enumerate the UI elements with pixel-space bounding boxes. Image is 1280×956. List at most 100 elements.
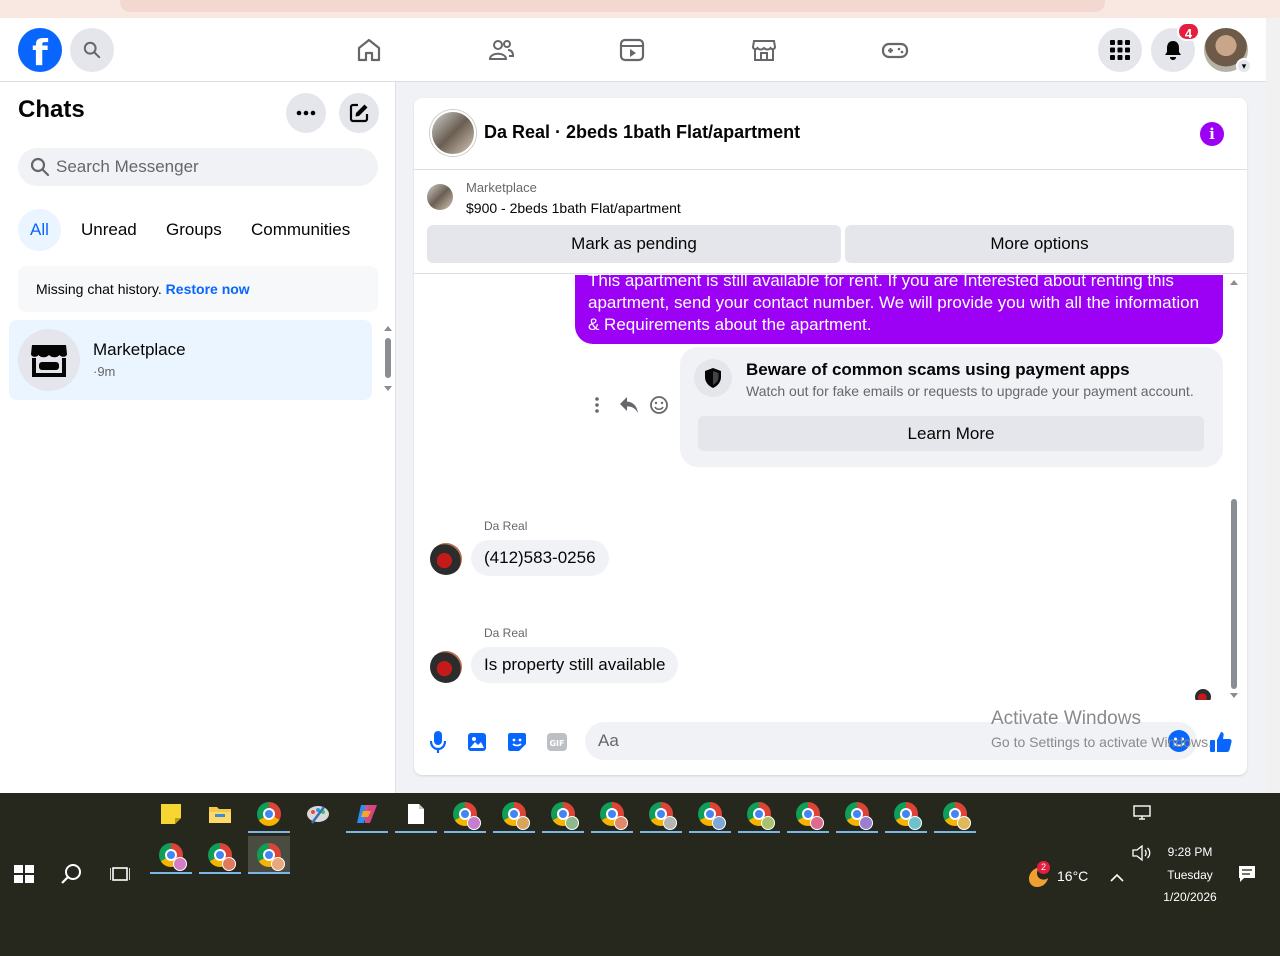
store-icon [751,40,777,61]
scroll-thumb[interactable] [1231,499,1237,689]
start-button[interactable] [14,865,34,888]
menu-button[interactable] [1098,28,1142,72]
listing-price[interactable]: $900 - 2beds 1bath Flat/apartment [466,200,681,216]
marketplace-avatar [18,329,80,391]
chrome-icon [257,802,281,826]
facebook-logo[interactable]: f [18,28,62,72]
activate-windows-watermark: Activate Windows Go to Settings to activ… [991,708,1212,750]
facebook-header: f 4 ▾ [0,18,1266,82]
taskbar-copilot[interactable] [346,795,388,833]
friends-icon [488,40,515,60]
store-icon [31,345,67,377]
sender-avatar[interactable] [430,651,462,683]
sender-avatar[interactable] [430,543,462,575]
filter-all[interactable]: All [18,209,61,251]
network-status[interactable] [1133,805,1151,826]
missing-history-text: Missing chat history. [36,281,166,297]
taskbar-chrome-profile[interactable] [493,795,535,833]
taskbar-chrome-profile[interactable] [836,795,878,833]
grid-menu-icon [1110,40,1130,60]
new-message-button[interactable] [339,93,379,133]
taskbar-chrome-profile[interactable] [444,795,486,833]
taskbar-chrome[interactable] [248,795,290,833]
taskbar-chrome-profile[interactable] [199,836,241,874]
image-icon [468,733,486,751]
taskbar-chrome-profile[interactable] [150,836,192,874]
conversation-header: Da Real · 2beds 1bath Flat/apartment i [414,98,1247,170]
search-messenger [18,148,378,186]
conversation-title[interactable]: Da Real · 2beds 1bath Flat/apartment [484,122,800,143]
messages-scrollbar[interactable] [1228,275,1240,700]
chat-list-item[interactable]: Marketplace ·9m [9,320,372,400]
gif-button[interactable]: GIF [544,729,570,755]
filter-groups[interactable]: Groups [154,209,234,251]
taskbar-chrome-active[interactable] [248,836,290,874]
action-center-button[interactable] [1238,865,1256,888]
mark-as-pending-button[interactable]: Mark as pending [427,225,841,263]
temperature[interactable]: 16°C [1057,868,1088,884]
chrome-icon [943,802,971,830]
taskbar-chrome-profile[interactable] [591,795,633,833]
taskbar-notepad[interactable] [395,795,437,833]
chat-options-button[interactable] [286,93,326,133]
address-bar[interactable] [120,0,1105,12]
taskbar-chrome-profile[interactable] [885,795,927,833]
nav-marketplace[interactable] [749,35,779,65]
learn-more-button[interactable]: Learn More [698,416,1204,451]
nav-gaming[interactable] [880,35,910,65]
attach-photo-button[interactable] [464,729,490,755]
chrome-icon [894,802,922,830]
clock-day[interactable]: Tuesday [1160,868,1220,882]
received-message[interactable]: (412)583-0256 [471,540,609,576]
windows-taskbar: 2 16°C 9:28 PM Tuesday 1/20/2026 [0,793,1280,956]
taskbar-chrome-profile[interactable] [689,795,731,833]
taskbar-search-button[interactable] [61,863,83,890]
task-view-button[interactable] [109,865,131,888]
react-button[interactable] [647,393,671,417]
nav-home[interactable] [354,35,384,65]
chrome-icon [600,802,628,830]
search-input[interactable] [56,148,366,186]
clock-date[interactable]: 1/20/2026 [1158,890,1222,904]
info-icon[interactable]: i [1200,122,1224,146]
chrome-icon [747,802,775,830]
listing-avatar[interactable] [430,110,476,156]
taskbar-sticky-notes[interactable] [150,795,192,833]
taskbar-chrome-profile[interactable] [738,795,780,833]
weather-widget[interactable]: 2 [1024,861,1050,889]
page-scrollbar[interactable] [1266,18,1280,793]
taskbar-chrome-profile[interactable] [542,795,584,833]
sticker-button[interactable] [504,729,530,755]
search-button[interactable] [70,28,114,72]
activate-windows-title: Activate Windows [991,708,1141,729]
sidebar-scrollbar[interactable] [382,322,394,391]
taskbar-paint[interactable] [297,795,339,833]
taskbar-chrome-profile[interactable] [934,795,976,833]
taskbar-chrome-profile[interactable] [787,795,829,833]
taskbar-chrome-profile[interactable] [640,795,682,833]
received-message[interactable]: Is property still available [471,647,679,683]
filter-unread[interactable]: Unread [69,209,149,251]
restore-now-link[interactable]: Restore now [166,281,250,297]
copilot-icon [357,805,377,823]
more-options-button[interactable]: More options [845,225,1234,263]
nav-friends[interactable] [486,35,516,65]
taskbar-file-explorer[interactable] [199,795,241,833]
filter-communities[interactable]: Communities [239,209,362,251]
chrome-icon [453,802,481,830]
reply-button[interactable] [617,393,641,417]
scroll-thumb[interactable] [385,338,391,378]
sent-message[interactable]: This apartment is still available for re… [575,275,1223,344]
profile-avatar[interactable]: ▾ [1204,28,1252,74]
voice-clip-button[interactable] [425,729,451,755]
notification-center-icon [1239,866,1255,882]
sender-name: Da Real [484,626,528,640]
nav-watch[interactable] [617,35,647,65]
chrome-icon [845,802,873,830]
volume-control[interactable] [1132,844,1152,866]
folder-icon [209,807,231,823]
show-hidden-icons[interactable] [1110,869,1124,887]
listing-thumbnail[interactable] [427,184,453,210]
message-more-button[interactable] [590,393,604,417]
clock-time[interactable]: 9:28 PM [1160,845,1220,859]
